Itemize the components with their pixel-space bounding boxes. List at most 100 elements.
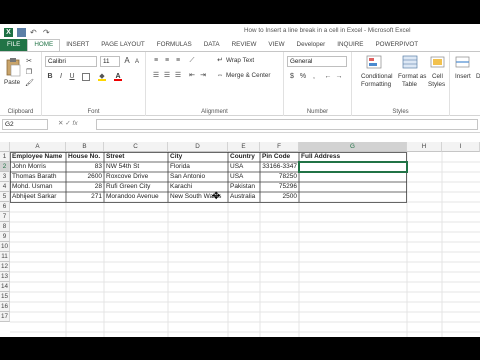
orientation-icon[interactable]: ⟋ [188,57,196,65]
align-top-icon[interactable]: ≡ [152,57,160,65]
table-cell[interactable]: Roxcove Drive [104,172,168,182]
col-header-a[interactable]: A [10,142,66,152]
align-bottom-icon[interactable]: ≡ [174,57,182,65]
borders-icon[interactable] [82,73,90,81]
shrink-font-button[interactable]: A [133,58,141,66]
bold-button[interactable]: B [46,73,54,81]
insert-cells-icon[interactable] [455,55,471,69]
row-header[interactable]: 4 [0,182,10,192]
number-format-select[interactable]: General [287,56,347,67]
delete-button[interactable]: D [476,73,480,80]
row-header[interactable]: 6 [0,202,10,212]
table-cell[interactable]: 33166-3347 [260,162,299,172]
decrease-decimal-icon[interactable]: → [335,73,343,81]
font-size-select[interactable]: 11 [100,56,120,67]
cell-styles-button-line2[interactable]: Styles [428,81,445,88]
table-cell[interactable]: Pakistan [228,182,260,192]
col-header-g[interactable]: G [299,142,407,152]
paste-button-label[interactable]: Paste [4,79,20,86]
format-painter-icon[interactable]: 🖌 [25,80,34,88]
row-header[interactable]: 7 [0,212,10,222]
worksheet-grid[interactable]: A B C D E F G H I 1 2 3 4 5 6 7 8 9 10 1… [0,142,480,337]
table-header-cell[interactable]: House No. [66,152,104,162]
tab-view[interactable]: VIEW [262,39,290,51]
enter-icon[interactable]: ✓ [65,120,70,127]
table-cell[interactable]: 78250 [260,172,299,182]
cell-styles-button[interactable]: Cell [432,73,443,80]
row-header[interactable]: 8 [0,222,10,232]
table-cell[interactable]: 83 [66,162,104,172]
table-cell[interactable]: 28 [66,182,104,192]
table-header-cell[interactable]: Street [104,152,168,162]
italic-button[interactable]: I [57,73,65,81]
col-header-c[interactable]: C [104,142,168,152]
table-header-cell[interactable]: City [168,152,228,162]
col-header-i[interactable]: I [442,142,480,152]
row-header[interactable]: 3 [0,172,10,182]
redo-icon[interactable]: ↷ [43,28,52,37]
table-cell[interactable]: Thomas Barath [10,172,66,182]
increase-indent-icon[interactable]: ⇥ [199,72,207,80]
col-header-h[interactable]: H [407,142,442,152]
increase-decimal-icon[interactable]: ← [324,73,332,81]
undo-icon[interactable]: ↶ [30,28,39,37]
align-middle-icon[interactable]: ≡ [163,57,171,65]
table-cell[interactable]: 2600 [66,172,104,182]
row-header[interactable]: 5 [0,192,10,202]
table-header-cell[interactable]: Full Address [299,152,407,162]
fx-icon[interactable]: fx [73,120,78,127]
row-header[interactable]: 13 [0,272,10,282]
tab-review[interactable]: REVIEW [226,39,263,51]
currency-button[interactable]: $ [288,73,296,81]
row-header[interactable]: 17 [0,312,10,322]
conditional-formatting-icon[interactable] [366,55,382,69]
percent-button[interactable]: % [299,73,307,81]
table-cell[interactable]: Abhijeet Sarkar [10,192,66,202]
merge-center-icon[interactable]: ⇔ [216,72,224,80]
tab-page-layout[interactable]: PAGE LAYOUT [95,39,151,51]
table-cell[interactable]: 271 [66,192,104,202]
tab-data[interactable]: DATA [198,39,226,51]
format-as-table-icon[interactable] [402,55,418,69]
table-cell[interactable]: NW 54th St [104,162,168,172]
row-header[interactable]: 1 [0,152,10,162]
tab-file[interactable]: FILE [0,39,28,51]
col-header-e[interactable]: E [228,142,260,152]
format-as-table-button[interactable]: Format as [398,73,426,80]
table-cell[interactable] [299,192,407,202]
copy-icon[interactable]: ❐ [25,69,33,77]
table-cell[interactable]: Morandoo Avenue [104,192,168,202]
col-header-b[interactable]: B [66,142,104,152]
fill-color-icon[interactable]: ◆ [98,73,106,81]
table-cell[interactable]: San Antonio [168,172,228,182]
row-header[interactable]: 10 [0,242,10,252]
grow-font-button[interactable]: A [123,57,131,65]
save-icon[interactable] [17,27,26,37]
tab-developer[interactable]: Developer [291,39,332,51]
table-cell[interactable]: USA [228,172,260,182]
table-cell[interactable]: 75296 [260,182,299,192]
col-header-f[interactable]: F [260,142,299,152]
table-cell[interactable]: Rufi Green City [104,182,168,192]
row-header[interactable]: 2 [0,162,10,172]
formula-input[interactable] [96,119,478,130]
tab-formulas[interactable]: FORMULAS [151,39,198,51]
font-color-icon[interactable]: A [114,73,122,81]
row-header[interactable]: 14 [0,282,10,292]
table-cell[interactable]: Mohd. Usman [10,182,66,192]
select-all-corner[interactable] [0,142,10,152]
table-cell[interactable] [299,162,407,172]
wrap-text-button[interactable]: Wrap Text [226,57,254,64]
row-header[interactable]: 15 [0,292,10,302]
table-header-cell[interactable]: Pin Code [260,152,299,162]
tab-insert[interactable]: INSERT [60,39,95,51]
insert-button[interactable]: Insert [455,73,471,80]
table-header-cell[interactable]: Employee Name [10,152,66,162]
row-header[interactable]: 11 [0,252,10,262]
tab-powerpivot[interactable]: POWERPIVOT [369,39,424,51]
comma-button[interactable]: , [310,73,318,81]
decrease-indent-icon[interactable]: ⇤ [188,72,196,80]
table-cell[interactable]: 2500 [260,192,299,202]
paste-icon[interactable] [5,57,21,77]
underline-button[interactable]: U [68,73,76,81]
